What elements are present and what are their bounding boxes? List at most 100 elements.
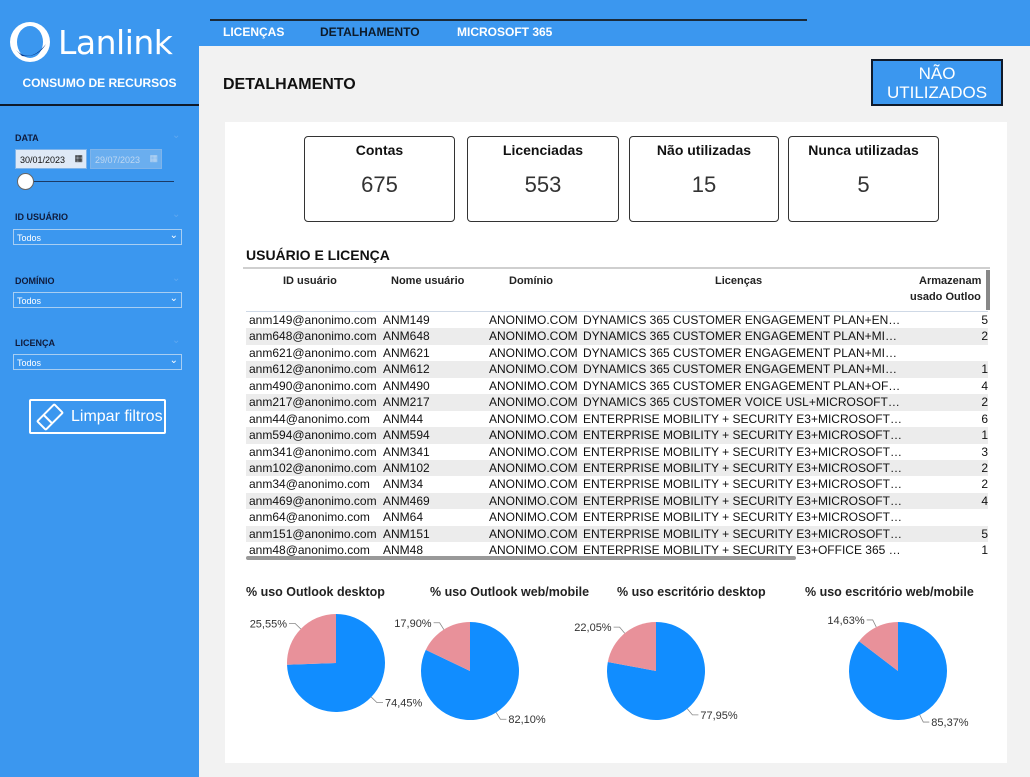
table-horizontal-scrollbar[interactable] <box>246 556 796 560</box>
table-row[interactable]: anm48@anonimo.com ANM48 ANONIMO.COM ENTERPR… <box>246 542 988 556</box>
cell-user-name: ANM648 <box>383 329 430 344</box>
end-date-value: 29/07/2023 <box>95 155 141 165</box>
start-date-input[interactable]: 30/01/2023 ▦ <box>15 149 87 169</box>
kpi-label: Licenciadas <box>502 142 584 158</box>
table-row[interactable]: anm64@anonimo.com ANM64 ANONIMO.COM ENTERPR… <box>246 509 988 525</box>
table-row[interactable]: anm648@anonimo.com ANM648 ANONIMO.COM DYNAM… <box>246 328 988 345</box>
kpi-card-contas: Contas 675 <box>304 136 455 222</box>
kpi-value: 553 <box>524 172 562 197</box>
kpi-label: Nunca utilizadas <box>808 142 919 158</box>
brand-logo: Lanlink <box>8 20 173 64</box>
table-row[interactable]: anm34@anonimo.com ANM34 ANONIMO.COM ENTERPR… <box>246 476 988 492</box>
domain-select[interactable]: Todos ⌄ <box>13 292 182 308</box>
table-row[interactable]: anm149@anonimo.com ANM149 ANONIMO.COM DYNAM… <box>246 312 988 328</box>
table-row[interactable]: anm151@anonimo.com ANM151 ANONIMO.COM ENTER… <box>246 525 988 543</box>
calendar-icon[interactable]: ▦ <box>74 153 83 164</box>
cell-user-id: anm594@anonimo.com <box>249 428 377 443</box>
table-row[interactable]: anm217@anonimo.com ANM217 ANONIMO.COM DYNAM… <box>246 394 988 411</box>
date-range-slider[interactable] <box>24 181 174 182</box>
pie-leader-line <box>866 619 877 628</box>
calendar-icon[interactable]: ▦ <box>149 153 158 164</box>
pie-leader-line <box>370 696 383 704</box>
cell-user-name: ANM341 <box>383 444 430 459</box>
date-filter-chevron-icon[interactable]: ⌄ <box>172 130 180 141</box>
pie-data-label: 82,10% <box>508 714 546 726</box>
cell-user-name: ANM64 <box>383 510 424 525</box>
cell-user-id: anm648@anonimo.com <box>249 329 377 344</box>
pie-charts: 74,45% 25,55% 82,10% 17,90% 77,95% 22,05% 85,3… <box>250 614 969 729</box>
cell-domain: ANONIMO.COM <box>489 411 578 426</box>
domain-filter-chevron-icon[interactable]: ⌄ <box>172 273 180 284</box>
cell-storage: 5 <box>981 526 988 541</box>
cell-user-id: anm490@anonimo.com <box>249 378 377 393</box>
user-id-filter-chevron-icon[interactable]: ⌄ <box>172 209 180 220</box>
clear-filters-button[interactable]: Limpar filtros <box>29 399 166 434</box>
cell-licenses: DYNAMICS 365 CUSTOMER ENGAGEMENT PLAN+MI… <box>583 362 897 377</box>
table-row[interactable]: anm490@anonimo.com ANM490 ANONIMO.COM DYNAM… <box>246 378 988 394</box>
table-row[interactable]: anm44@anonimo.com ANM44 ANONIMO.COM ENTERPR… <box>246 411 988 427</box>
table-row[interactable]: anm594@anonimo.com ANM594 ANONIMO.COM ENTER… <box>246 427 988 444</box>
cell-storage: 1 <box>981 362 988 377</box>
table-row[interactable]: anm102@anonimo.com ANM102 ANONIMO.COM ENTER… <box>246 459 988 477</box>
table-row[interactable]: anm612@anonimo.com ANM612 ANONIMO.COM DYNAM… <box>246 361 988 378</box>
cell-user-id: anm44@anonimo.com <box>249 411 370 426</box>
chevron-down-icon: ⌄ <box>169 293 178 304</box>
cell-licenses: ENTERPRISE MOBILITY + SECURITY E3+OFFICE… <box>583 543 901 556</box>
table-row[interactable]: anm621@anonimo.com ANM621 ANONIMO.COM DYNAM… <box>246 345 988 361</box>
license-select[interactable]: Todos ⌄ <box>13 354 182 370</box>
pie-slice[interactable] <box>287 614 336 665</box>
chevron-down-icon: ⌄ <box>169 355 178 366</box>
column-header-armazenamento[interactable]: Armazenam <box>919 275 981 287</box>
cell-domain: ANONIMO.COM <box>489 362 578 377</box>
kpi-card-nao-utilizadas: Não utilizadas 15 <box>629 136 779 222</box>
cell-licenses: DYNAMICS 365 CUSTOMER ENGAGEMENT PLAN+MI… <box>583 329 897 344</box>
cell-storage: 3 <box>981 444 988 459</box>
domain-select-value: Todos <box>17 296 42 306</box>
kpi-card-nunca-utilizadas: Nunca utilizadas 5 <box>788 136 939 222</box>
tab-detalhamento[interactable]: DETALHAMENTO <box>320 25 420 39</box>
cell-user-name: ANM34 <box>383 477 424 492</box>
table-vertical-scrollbar[interactable] <box>986 270 990 310</box>
cell-storage: 1 <box>981 543 988 556</box>
brand-subtitle: CONSUMO DE RECURSOS <box>22 76 177 90</box>
pie-title-escritorio-web-mobile: % uso escritório web/mobile <box>805 585 974 599</box>
cell-licenses: ENTERPRISE MOBILITY + SECURITY E3+MICROS… <box>583 444 902 459</box>
column-header-licencas[interactable]: Licenças <box>715 275 762 287</box>
kpi-card-licenciadas: Licenciadas 553 <box>467 136 619 222</box>
pie-leader-line <box>686 708 699 716</box>
tab-licencas[interactable]: LICENÇAS <box>223 25 284 39</box>
column-header-nome-usuario[interactable]: Nome usuário <box>391 275 464 287</box>
table-row[interactable]: anm469@anonimo.com ANM469 ANONIMO.COM ENTER… <box>246 492 988 510</box>
cell-licenses: ENTERPRISE MOBILITY + SECURITY E3+MICROS… <box>583 526 902 541</box>
table-top-border <box>243 267 990 269</box>
eraser-icon <box>36 403 64 430</box>
end-date-input[interactable]: 29/07/2023 ▦ <box>90 149 162 169</box>
date-filter-label: DATA <box>15 133 39 143</box>
date-slider-handle[interactable] <box>17 173 34 190</box>
cell-licenses: ENTERPRISE MOBILITY + SECURITY E3+MICROS… <box>583 477 902 492</box>
table-row[interactable]: anm341@anonimo.com ANM341 ANONIMO.COM ENTER… <box>246 444 988 460</box>
cell-user-name: ANM217 <box>383 395 430 410</box>
cell-domain: ANONIMO.COM <box>489 378 578 393</box>
cell-domain: ANONIMO.COM <box>489 428 578 443</box>
user-id-select[interactable]: Todos ⌄ <box>13 229 182 245</box>
pie-data-label: 14,63% <box>827 615 865 627</box>
pie-data-label: 85,37% <box>931 717 969 729</box>
cell-licenses: ENTERPRISE MOBILITY + SECURITY E3+MICROS… <box>583 460 902 475</box>
column-header-id-usuario[interactable]: ID usuário <box>283 275 337 287</box>
cell-user-name: ANM102 <box>383 460 430 475</box>
nao-utilizados-button[interactable]: NÃO UTILIZADOS <box>871 59 1003 106</box>
cell-user-id: anm341@anonimo.com <box>249 444 377 459</box>
table-title: USUÁRIO E LICENÇA <box>246 247 390 263</box>
cell-storage: 2 <box>981 395 988 410</box>
cell-domain: ANONIMO.COM <box>489 395 578 410</box>
cell-storage: 6 <box>981 411 988 426</box>
cell-licenses: DYNAMICS 365 CUSTOMER ENGAGEMENT PLAN+EN… <box>583 313 901 327</box>
column-header-dominio[interactable]: Domínio <box>509 275 553 287</box>
pie-leader-line <box>613 626 626 634</box>
cell-storage: 2 <box>981 460 988 475</box>
tab-microsoft-365[interactable]: MICROSOFT 365 <box>457 25 552 39</box>
cell-user-id: anm469@anonimo.com <box>249 493 377 508</box>
license-filter-chevron-icon[interactable]: ⌄ <box>172 335 180 346</box>
pie-leader-line <box>433 622 445 630</box>
